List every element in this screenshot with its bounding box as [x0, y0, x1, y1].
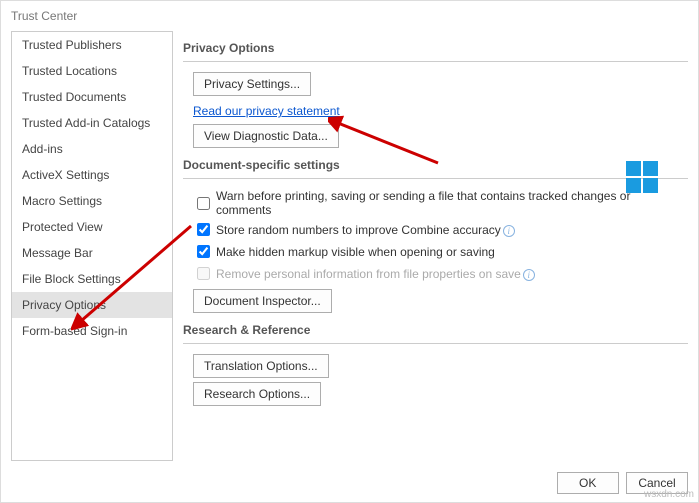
sidebar: Trusted Publishers Trusted Locations Tru…	[11, 31, 173, 461]
sidebar-item-add-ins[interactable]: Add-ins	[12, 136, 172, 162]
sidebar-item-activex-settings[interactable]: ActiveX Settings	[12, 162, 172, 188]
sidebar-item-trusted-documents[interactable]: Trusted Documents	[12, 84, 172, 110]
ok-button[interactable]: OK	[557, 472, 619, 494]
view-diagnostic-data-button[interactable]: View Diagnostic Data...	[193, 124, 339, 148]
research-options-button[interactable]: Research Options...	[193, 382, 321, 406]
sidebar-item-macro-settings[interactable]: Macro Settings	[12, 188, 172, 214]
sidebar-item-form-based-sign-in[interactable]: Form-based Sign-in	[12, 318, 172, 344]
store-random-numbers-checkbox[interactable]	[197, 223, 210, 236]
privacy-settings-button[interactable]: Privacy Settings...	[193, 72, 311, 96]
remove-personal-info-checkbox	[197, 267, 210, 280]
warn-before-printing-checkbox[interactable]	[197, 197, 210, 210]
section-privacy-options-header: Privacy Options	[183, 31, 688, 62]
make-hidden-markup-label: Make hidden markup visible when opening …	[216, 245, 495, 259]
section-doc-settings-header: Document-specific settings	[183, 148, 688, 179]
sidebar-item-privacy-options[interactable]: Privacy Options	[12, 292, 172, 318]
info-icon: i	[523, 269, 535, 281]
sidebar-item-protected-view[interactable]: Protected View	[12, 214, 172, 240]
watermark-text: wsxdn.com	[644, 489, 694, 500]
sidebar-item-message-bar[interactable]: Message Bar	[12, 240, 172, 266]
sidebar-item-trusted-addin-catalogs[interactable]: Trusted Add-in Catalogs	[12, 110, 172, 136]
sidebar-item-file-block-settings[interactable]: File Block Settings	[12, 266, 172, 292]
remove-personal-info-label: Remove personal information from file pr…	[216, 267, 535, 281]
window-title: Trust Center	[1, 1, 698, 31]
store-random-numbers-label: Store random numbers to improve Combine …	[216, 223, 515, 237]
sidebar-item-trusted-publishers[interactable]: Trusted Publishers	[12, 32, 172, 58]
trust-center-window: Trust Center Trusted Publishers Trusted …	[0, 0, 699, 503]
make-hidden-markup-checkbox[interactable]	[197, 245, 210, 258]
privacy-statement-link[interactable]: Read our privacy statement	[193, 104, 340, 118]
windows-logo-icon	[626, 161, 658, 193]
content-pane: Privacy Options Privacy Settings... Read…	[173, 31, 698, 461]
info-icon: i	[503, 225, 515, 237]
sidebar-item-trusted-locations[interactable]: Trusted Locations	[12, 58, 172, 84]
document-inspector-button[interactable]: Document Inspector...	[193, 289, 332, 313]
section-research-header: Research & Reference	[183, 313, 688, 344]
translation-options-button[interactable]: Translation Options...	[193, 354, 329, 378]
warn-before-printing-label: Warn before printing, saving or sending …	[216, 189, 688, 217]
